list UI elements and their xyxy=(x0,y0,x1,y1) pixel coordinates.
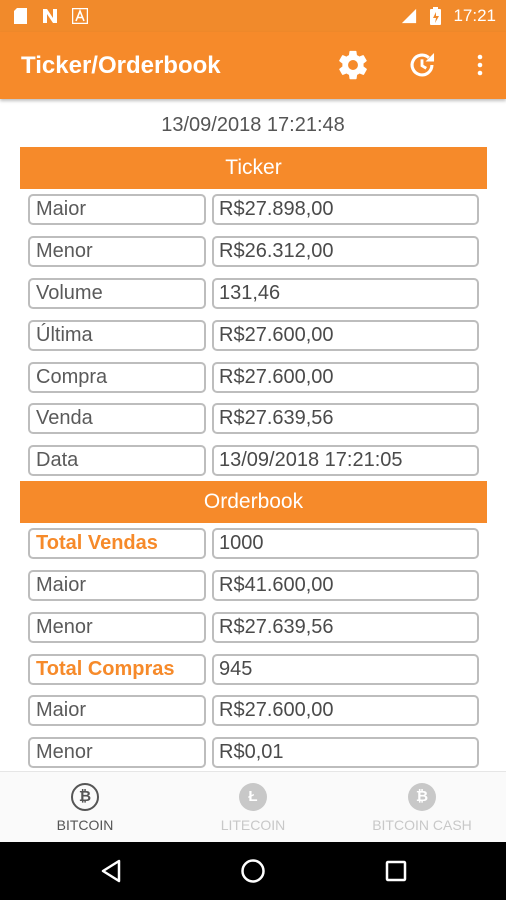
row-value: R$0,01 xyxy=(212,737,479,768)
battery-icon xyxy=(427,7,443,25)
orderbook-row-compras-maior: Maior R$27.600,00 xyxy=(28,695,479,726)
nav-item-litecoin[interactable]: Ł LITECOIN xyxy=(203,772,303,843)
row-label: Venda xyxy=(28,403,206,434)
orderbook-row-total-compras: Total Compras 945 xyxy=(28,654,479,685)
nav-label: BITCOIN xyxy=(56,816,114,833)
nav-item-bitcoin[interactable]: ₿ BITCOIN xyxy=(35,772,135,843)
bottom-navigation: ₿ BITCOIN Ł LITECOIN ₿ BITCOIN CASH xyxy=(0,771,506,842)
row-label: Menor xyxy=(28,612,206,643)
ticker-row-venda: Venda R$27.639,56 xyxy=(28,403,479,434)
row-value: R$27.600,00 xyxy=(212,695,479,726)
home-icon xyxy=(241,859,265,883)
last-update-timestamp: 13/09/2018 17:21:48 xyxy=(161,114,345,136)
recents-icon xyxy=(385,860,407,882)
page-title: Ticker/Orderbook xyxy=(21,52,221,79)
orderbook-row-vendas-menor: Menor R$27.639,56 xyxy=(28,612,479,643)
ticker-row-compra: Compra R$27.600,00 xyxy=(28,362,479,393)
nav-label: LITECOIN xyxy=(220,816,286,833)
app-bar: Ticker/Orderbook xyxy=(0,32,506,99)
row-label: Total Compras xyxy=(28,654,206,685)
row-label: Maior xyxy=(28,194,206,225)
n-icon xyxy=(42,7,58,25)
row-value: 1000 xyxy=(212,528,479,559)
refresh-icon xyxy=(410,52,435,77)
bitcoin-cash-icon: ₿ xyxy=(408,782,436,811)
orderbook-row-vendas-maior: Maior R$41.600,00 xyxy=(28,570,479,601)
row-value: R$27.639,56 xyxy=(212,403,479,434)
ticker-row-maior: Maior R$27.898,00 xyxy=(28,194,479,225)
orderbook-header: Orderbook xyxy=(20,481,487,523)
row-label: Última xyxy=(28,320,206,351)
signal-icon xyxy=(401,7,417,25)
row-value: 131,46 xyxy=(212,278,479,309)
gear-icon xyxy=(339,50,367,80)
row-label: Volume xyxy=(28,278,206,309)
ticker-row-ultima: Última R$27.600,00 xyxy=(28,320,479,351)
more-options-button[interactable] xyxy=(460,45,500,85)
row-label: Maior xyxy=(28,695,206,726)
row-value: R$27.639,56 xyxy=(212,612,479,643)
file-icon xyxy=(12,7,28,25)
status-time: 17:21 xyxy=(453,6,496,25)
settings-button[interactable] xyxy=(333,45,373,85)
row-label: Compra xyxy=(28,362,206,393)
bitcoin-icon: ₿ xyxy=(71,782,99,811)
row-label: Maior xyxy=(28,570,206,601)
back-button[interactable] xyxy=(96,856,126,886)
row-value: R$27.898,00 xyxy=(212,194,479,225)
back-icon xyxy=(101,859,121,883)
recents-button[interactable] xyxy=(381,856,411,886)
row-value: R$41.600,00 xyxy=(212,570,479,601)
row-label: Data xyxy=(28,445,206,476)
row-label: Menor xyxy=(28,737,206,768)
row-value: R$26.312,00 xyxy=(212,236,479,267)
row-value: R$27.600,00 xyxy=(212,320,479,351)
row-value: 945 xyxy=(212,654,479,685)
status-bar: 17:21 xyxy=(0,0,506,32)
orderbook-row-total-vendas: Total Vendas 1000 xyxy=(28,528,479,559)
ticker-row-data: Data 13/09/2018 17:21:05 xyxy=(28,445,479,476)
nav-label: BITCOIN CASH xyxy=(372,816,472,833)
more-vert-icon xyxy=(477,54,483,76)
ticker-row-volume: Volume 131,46 xyxy=(28,278,479,309)
row-label: Total Vendas xyxy=(28,528,206,559)
litecoin-icon: Ł xyxy=(239,782,267,811)
ticker-header: Ticker xyxy=(20,147,487,189)
home-button[interactable] xyxy=(238,856,268,886)
nav-item-bitcoin-cash[interactable]: ₿ BITCOIN CASH xyxy=(362,772,482,843)
ticker-row-menor: Menor R$26.312,00 xyxy=(28,236,479,267)
system-navigation-bar xyxy=(0,842,506,900)
row-value: R$27.600,00 xyxy=(212,362,479,393)
row-value: 13/09/2018 17:21:05 xyxy=(212,445,479,476)
row-label: Menor xyxy=(28,236,206,267)
a-icon xyxy=(72,7,88,25)
orderbook-row-compras-menor: Menor R$0,01 xyxy=(28,737,479,768)
refresh-button[interactable] xyxy=(402,45,442,85)
